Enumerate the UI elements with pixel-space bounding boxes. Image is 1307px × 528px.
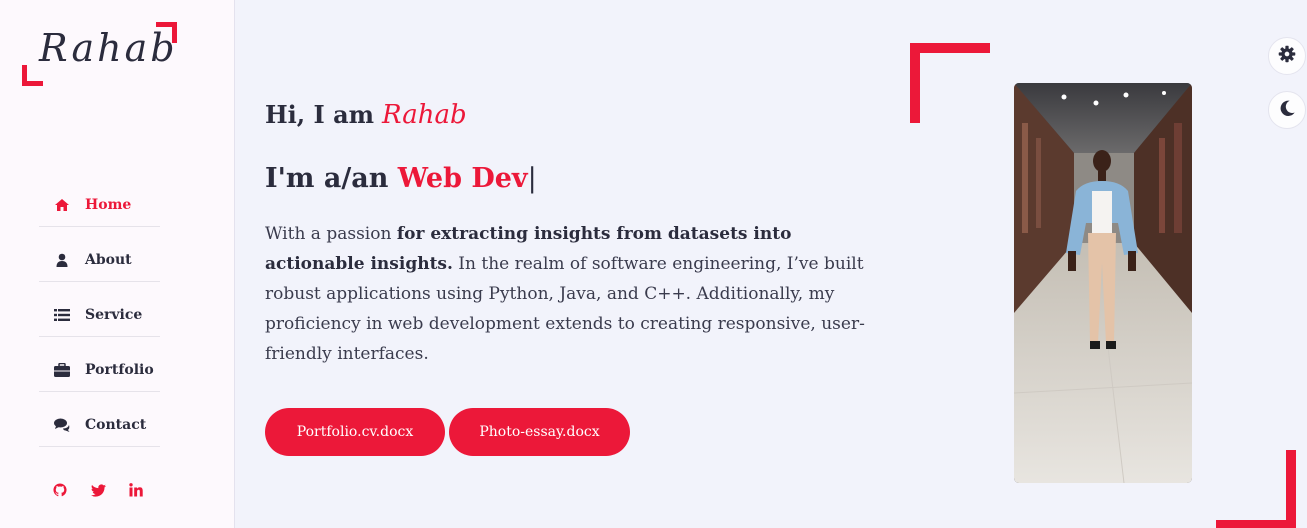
sidebar-nav: Home About Service Portfolio Contact [39, 172, 160, 447]
twitter-icon[interactable] [90, 482, 106, 498]
hero-description: With a passion for extracting insights f… [265, 219, 885, 369]
decorative-corner-top-left [910, 43, 990, 123]
github-icon[interactable] [52, 482, 68, 498]
theme-toggle-button[interactable] [1268, 91, 1306, 129]
hero-greeting: Hi, I am Rahab [265, 100, 467, 130]
sidebar: Rahab Home About Service Portfolio Conta… [0, 0, 235, 528]
briefcase-icon [53, 363, 71, 377]
sidebar-item-label: Portfolio [85, 362, 154, 378]
sidebar-item-service[interactable]: Service [39, 282, 160, 337]
hero-role: I'm a/an Web Dev| [265, 163, 537, 194]
user-icon [53, 253, 71, 267]
logo[interactable]: Rahab [22, 22, 177, 86]
typing-cursor: | [527, 163, 537, 194]
sidebar-item-label: Home [85, 197, 132, 213]
sidebar-item-label: Contact [85, 417, 147, 433]
sidebar-item-portfolio[interactable]: Portfolio [39, 337, 160, 392]
greeting-text: Hi, I am [265, 100, 375, 129]
desc-intro: With a passion [265, 224, 397, 244]
greeting-name: Rahab [382, 100, 467, 130]
decorative-corner-bottom-right [1216, 450, 1296, 528]
sidebar-item-home[interactable]: Home [39, 172, 160, 227]
profile-photo [1014, 83, 1192, 483]
photo-essay-button[interactable]: Photo-essay.docx [449, 408, 630, 456]
settings-button[interactable] [1268, 37, 1306, 75]
home-icon [53, 198, 71, 212]
sidebar-item-contact[interactable]: Contact [39, 392, 160, 447]
social-links [52, 482, 144, 498]
moon-icon [1278, 99, 1296, 121]
portfolio-cv-button[interactable]: Portfolio.cv.docx [265, 408, 445, 456]
list-icon [53, 308, 71, 322]
role-prefix: I'm a/an [265, 163, 389, 194]
linkedin-icon[interactable] [128, 482, 144, 498]
logo-text: Rahab [39, 26, 178, 70]
role-typed: Web Dev [397, 163, 528, 194]
sidebar-item-label: Service [85, 307, 143, 323]
sidebar-item-label: About [85, 252, 132, 268]
sidebar-item-about[interactable]: About [39, 227, 160, 282]
comments-icon [53, 418, 71, 432]
gear-icon [1278, 45, 1296, 67]
